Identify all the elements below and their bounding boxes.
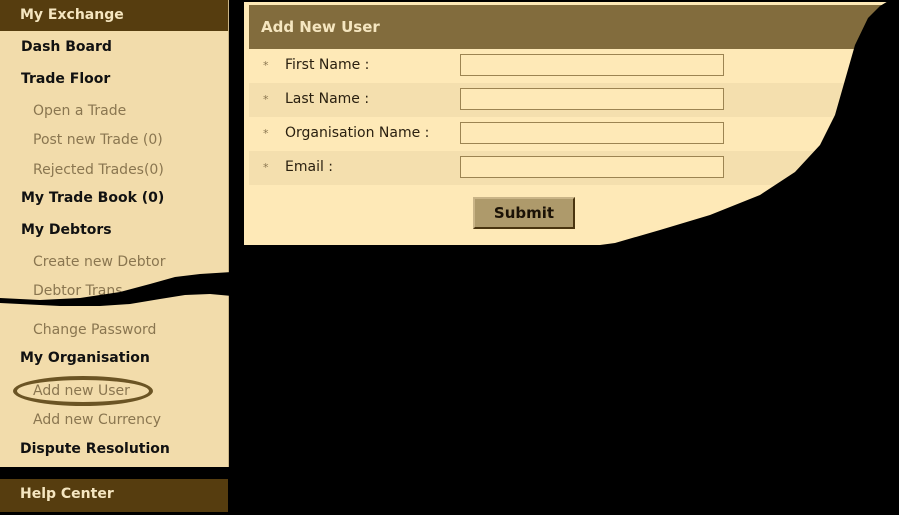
- sidebar-header-my-exchange[interactable]: My Exchange: [0, 0, 228, 31]
- nav-my-debtors[interactable]: My Debtors: [21, 222, 112, 238]
- required-marker: *: [263, 127, 269, 140]
- sidebar-continued: Change Password My Organisation Add new …: [0, 300, 229, 467]
- required-marker: *: [263, 93, 269, 106]
- torn-edge-decoration: [0, 272, 232, 306]
- last-name-label: Last Name :: [285, 91, 370, 107]
- page-curl-decoration: [600, 0, 899, 260]
- nav-add-new-user[interactable]: Add new User: [33, 383, 130, 399]
- organisation-name-label: Organisation Name :: [285, 125, 430, 141]
- nav-dash-board[interactable]: Dash Board: [21, 39, 112, 55]
- nav-rejected-trades[interactable]: Rejected Trades(0): [33, 162, 164, 178]
- nav-add-new-currency[interactable]: Add new Currency: [33, 412, 161, 428]
- nav-my-organisation[interactable]: My Organisation: [20, 350, 150, 366]
- nav-trade-floor[interactable]: Trade Floor: [21, 71, 110, 87]
- nav-open-a-trade[interactable]: Open a Trade: [33, 103, 126, 119]
- first-name-label: First Name :: [285, 57, 370, 73]
- sidebar: My Exchange Dash Board Trade Floor Open …: [0, 0, 229, 300]
- nav-my-trade-book[interactable]: My Trade Book (0): [21, 190, 164, 206]
- required-marker: *: [263, 161, 269, 174]
- nav-dispute-resolution[interactable]: Dispute Resolution: [20, 441, 170, 457]
- email-label: Email :: [285, 159, 334, 175]
- nav-post-new-trade[interactable]: Post new Trade (0): [33, 132, 163, 148]
- help-center-header[interactable]: Help Center: [0, 479, 228, 512]
- submit-button[interactable]: Submit: [473, 197, 575, 229]
- required-marker: *: [263, 59, 269, 72]
- nav-change-password[interactable]: Change Password: [33, 322, 156, 338]
